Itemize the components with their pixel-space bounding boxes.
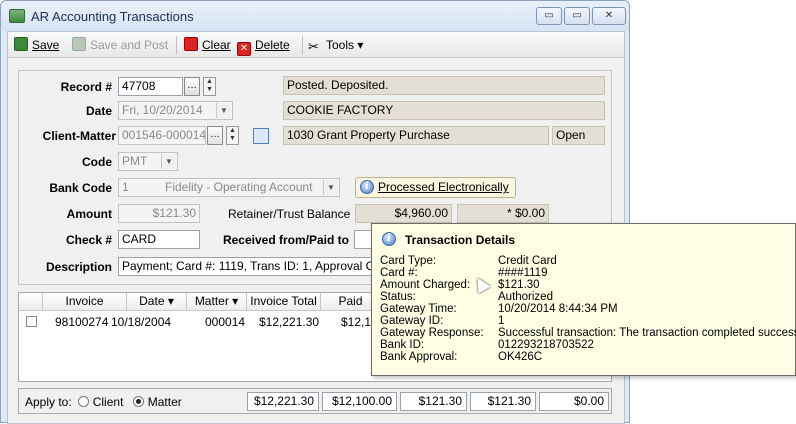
client-matter-label: Client-Matter xyxy=(42,129,116,143)
processed-electronically-link[interactable]: i Processed Electronically xyxy=(355,177,516,198)
tools-icon: ✂ xyxy=(308,39,319,54)
bank-code-select[interactable]: 1 Fidelity - Operating Account ▼ xyxy=(118,178,340,197)
apply-client-radio[interactable] xyxy=(78,396,90,407)
row-matter: 000014 xyxy=(205,315,246,329)
save-button[interactable]: Save xyxy=(14,37,59,53)
title-bar[interactable]: AR Accounting Transactions ▭ ▭ ✕ xyxy=(1,1,629,31)
description-input[interactable]: Payment; Card #: 1119, Trans ID: 1, Appr… xyxy=(118,257,372,276)
row-invoice-total: $12,221.30 xyxy=(259,315,320,329)
trust-balance: * $0.00 xyxy=(457,204,549,223)
minimize-button[interactable]: ▭ xyxy=(536,7,562,25)
detail-value: 1 xyxy=(498,315,505,327)
detail-key: Status: xyxy=(380,291,416,303)
record-label: Record # xyxy=(60,80,112,94)
record-status: Posted. Deposited. xyxy=(283,76,605,95)
date-label: Date xyxy=(85,104,112,118)
chevron-down-icon: ▼ xyxy=(323,180,338,195)
detail-value: Authorized xyxy=(498,291,553,303)
code-select[interactable]: PMT ▼ xyxy=(118,152,178,171)
amount-label: Amount xyxy=(66,207,112,221)
description-label: Description xyxy=(45,260,112,274)
app-icon xyxy=(9,9,25,23)
maximize-button[interactable]: ▭ xyxy=(564,7,590,25)
window-title: AR Accounting Transactions xyxy=(31,9,194,24)
detail-value: 10/20/2014 8:44:34 PM xyxy=(498,303,618,315)
detail-value: 012293218703522 xyxy=(498,339,594,351)
detail-value: OK426C xyxy=(498,351,543,363)
amount-input[interactable]: $121.30 xyxy=(118,204,200,223)
detail-value: ####1119 xyxy=(498,267,548,279)
code-label: Code xyxy=(82,155,112,169)
detail-key: Bank ID: xyxy=(380,339,425,351)
row-checkbox[interactable] xyxy=(26,316,37,327)
record-number-input[interactable]: 47708 xyxy=(118,77,183,96)
close-button[interactable]: ✕ xyxy=(592,7,626,25)
apply-matter-radio[interactable] xyxy=(133,396,145,407)
transaction-details-tooltip: i Transaction Details Card Type: Credit … xyxy=(371,223,796,376)
maximize-icon: ▭ xyxy=(572,10,582,21)
detail-key: Card #: xyxy=(380,267,418,279)
info-icon: i xyxy=(382,232,396,246)
received-from-input[interactable] xyxy=(354,230,372,249)
detail-value: Successful transaction: The transaction … xyxy=(498,327,796,339)
detail-key: Gateway ID: xyxy=(380,315,444,327)
grid-header-matter[interactable]: Matter ▾ xyxy=(187,293,247,311)
client-matter-lookup-button[interactable]: … xyxy=(207,126,223,145)
delete-button[interactable]: ✕ Delete xyxy=(237,37,290,56)
bank-code-label: Bank Code xyxy=(49,181,112,195)
matter-details-icon[interactable] xyxy=(253,128,269,144)
check-label: Check # xyxy=(65,233,112,247)
totals-footer: Apply to: Client Matter $12,221.30 $12,1… xyxy=(18,388,612,414)
clear-icon xyxy=(184,37,198,51)
total-applied: $121.30 xyxy=(470,392,536,411)
detail-key: Amount Charged: xyxy=(380,279,471,291)
save-icon xyxy=(14,37,28,51)
apply-to-group: Apply to: Client Matter xyxy=(25,395,182,409)
chevron-down-icon: ▼ xyxy=(216,103,231,118)
save-and-post-button[interactable]: Save and Post xyxy=(72,37,168,53)
grid-header-invoice-total[interactable]: Invoice Total xyxy=(247,293,321,311)
chevron-down-icon: ▼ xyxy=(161,154,176,169)
grid-header-invoice[interactable]: Invoice xyxy=(43,293,127,311)
tooltip-title: Transaction Details xyxy=(405,233,516,247)
toolbar-divider xyxy=(176,36,177,54)
tools-menu-button[interactable]: ✂ Tools ▾ xyxy=(308,37,363,54)
retainer-balance: $4,960.00 xyxy=(355,204,452,223)
toolbar: Save Save and Post Clear ✕ Delete ✂ Tools … xyxy=(8,32,624,58)
info-icon: i xyxy=(360,180,374,194)
client-matter-spinner[interactable]: ▲ ▼ xyxy=(226,126,239,145)
detail-key: Bank Approval: xyxy=(380,351,458,363)
delete-icon: ✕ xyxy=(237,42,251,56)
matter-status: Open xyxy=(552,126,605,145)
received-from-label: Received from/Paid to xyxy=(222,233,349,247)
retainer-label: Retainer/Trust Balance xyxy=(228,207,351,221)
total-balance: $0.00 xyxy=(539,392,609,411)
minimize-icon: ▭ xyxy=(544,10,554,21)
detail-value: $121.30 xyxy=(498,279,540,291)
close-icon: ✕ xyxy=(604,10,614,21)
client-name: COOKIE FACTORY xyxy=(283,101,605,120)
total-invoice: $12,221.30 xyxy=(247,392,319,411)
total-paid: $12,100.00 xyxy=(322,392,397,411)
check-number-input[interactable]: CARD xyxy=(118,230,200,249)
clear-button[interactable]: Clear xyxy=(184,37,231,53)
record-spinner[interactable]: ▲ ▼ xyxy=(203,77,216,96)
client-matter-input[interactable]: 001546-000014 xyxy=(118,126,206,145)
row-date: 10/18/2004 xyxy=(111,315,172,329)
row-invoice: 98100274 xyxy=(55,315,109,329)
grid-header-select xyxy=(19,293,43,311)
detail-key: Card Type: xyxy=(380,255,437,267)
detail-key: Gateway Response: xyxy=(380,327,484,339)
save-post-icon xyxy=(72,37,86,51)
matter-name: 1030 Grant Property Purchase xyxy=(283,126,549,145)
detail-value: Credit Card xyxy=(498,255,557,267)
toolbar-divider xyxy=(302,36,303,54)
detail-key: Gateway Time: xyxy=(380,303,457,315)
grid-header-date[interactable]: Date ▾ xyxy=(127,293,187,311)
date-select[interactable]: Fri, 10/20/2014 ▼ xyxy=(118,101,233,120)
record-lookup-button[interactable]: … xyxy=(184,77,200,96)
total-amount: $121.30 xyxy=(400,392,467,411)
